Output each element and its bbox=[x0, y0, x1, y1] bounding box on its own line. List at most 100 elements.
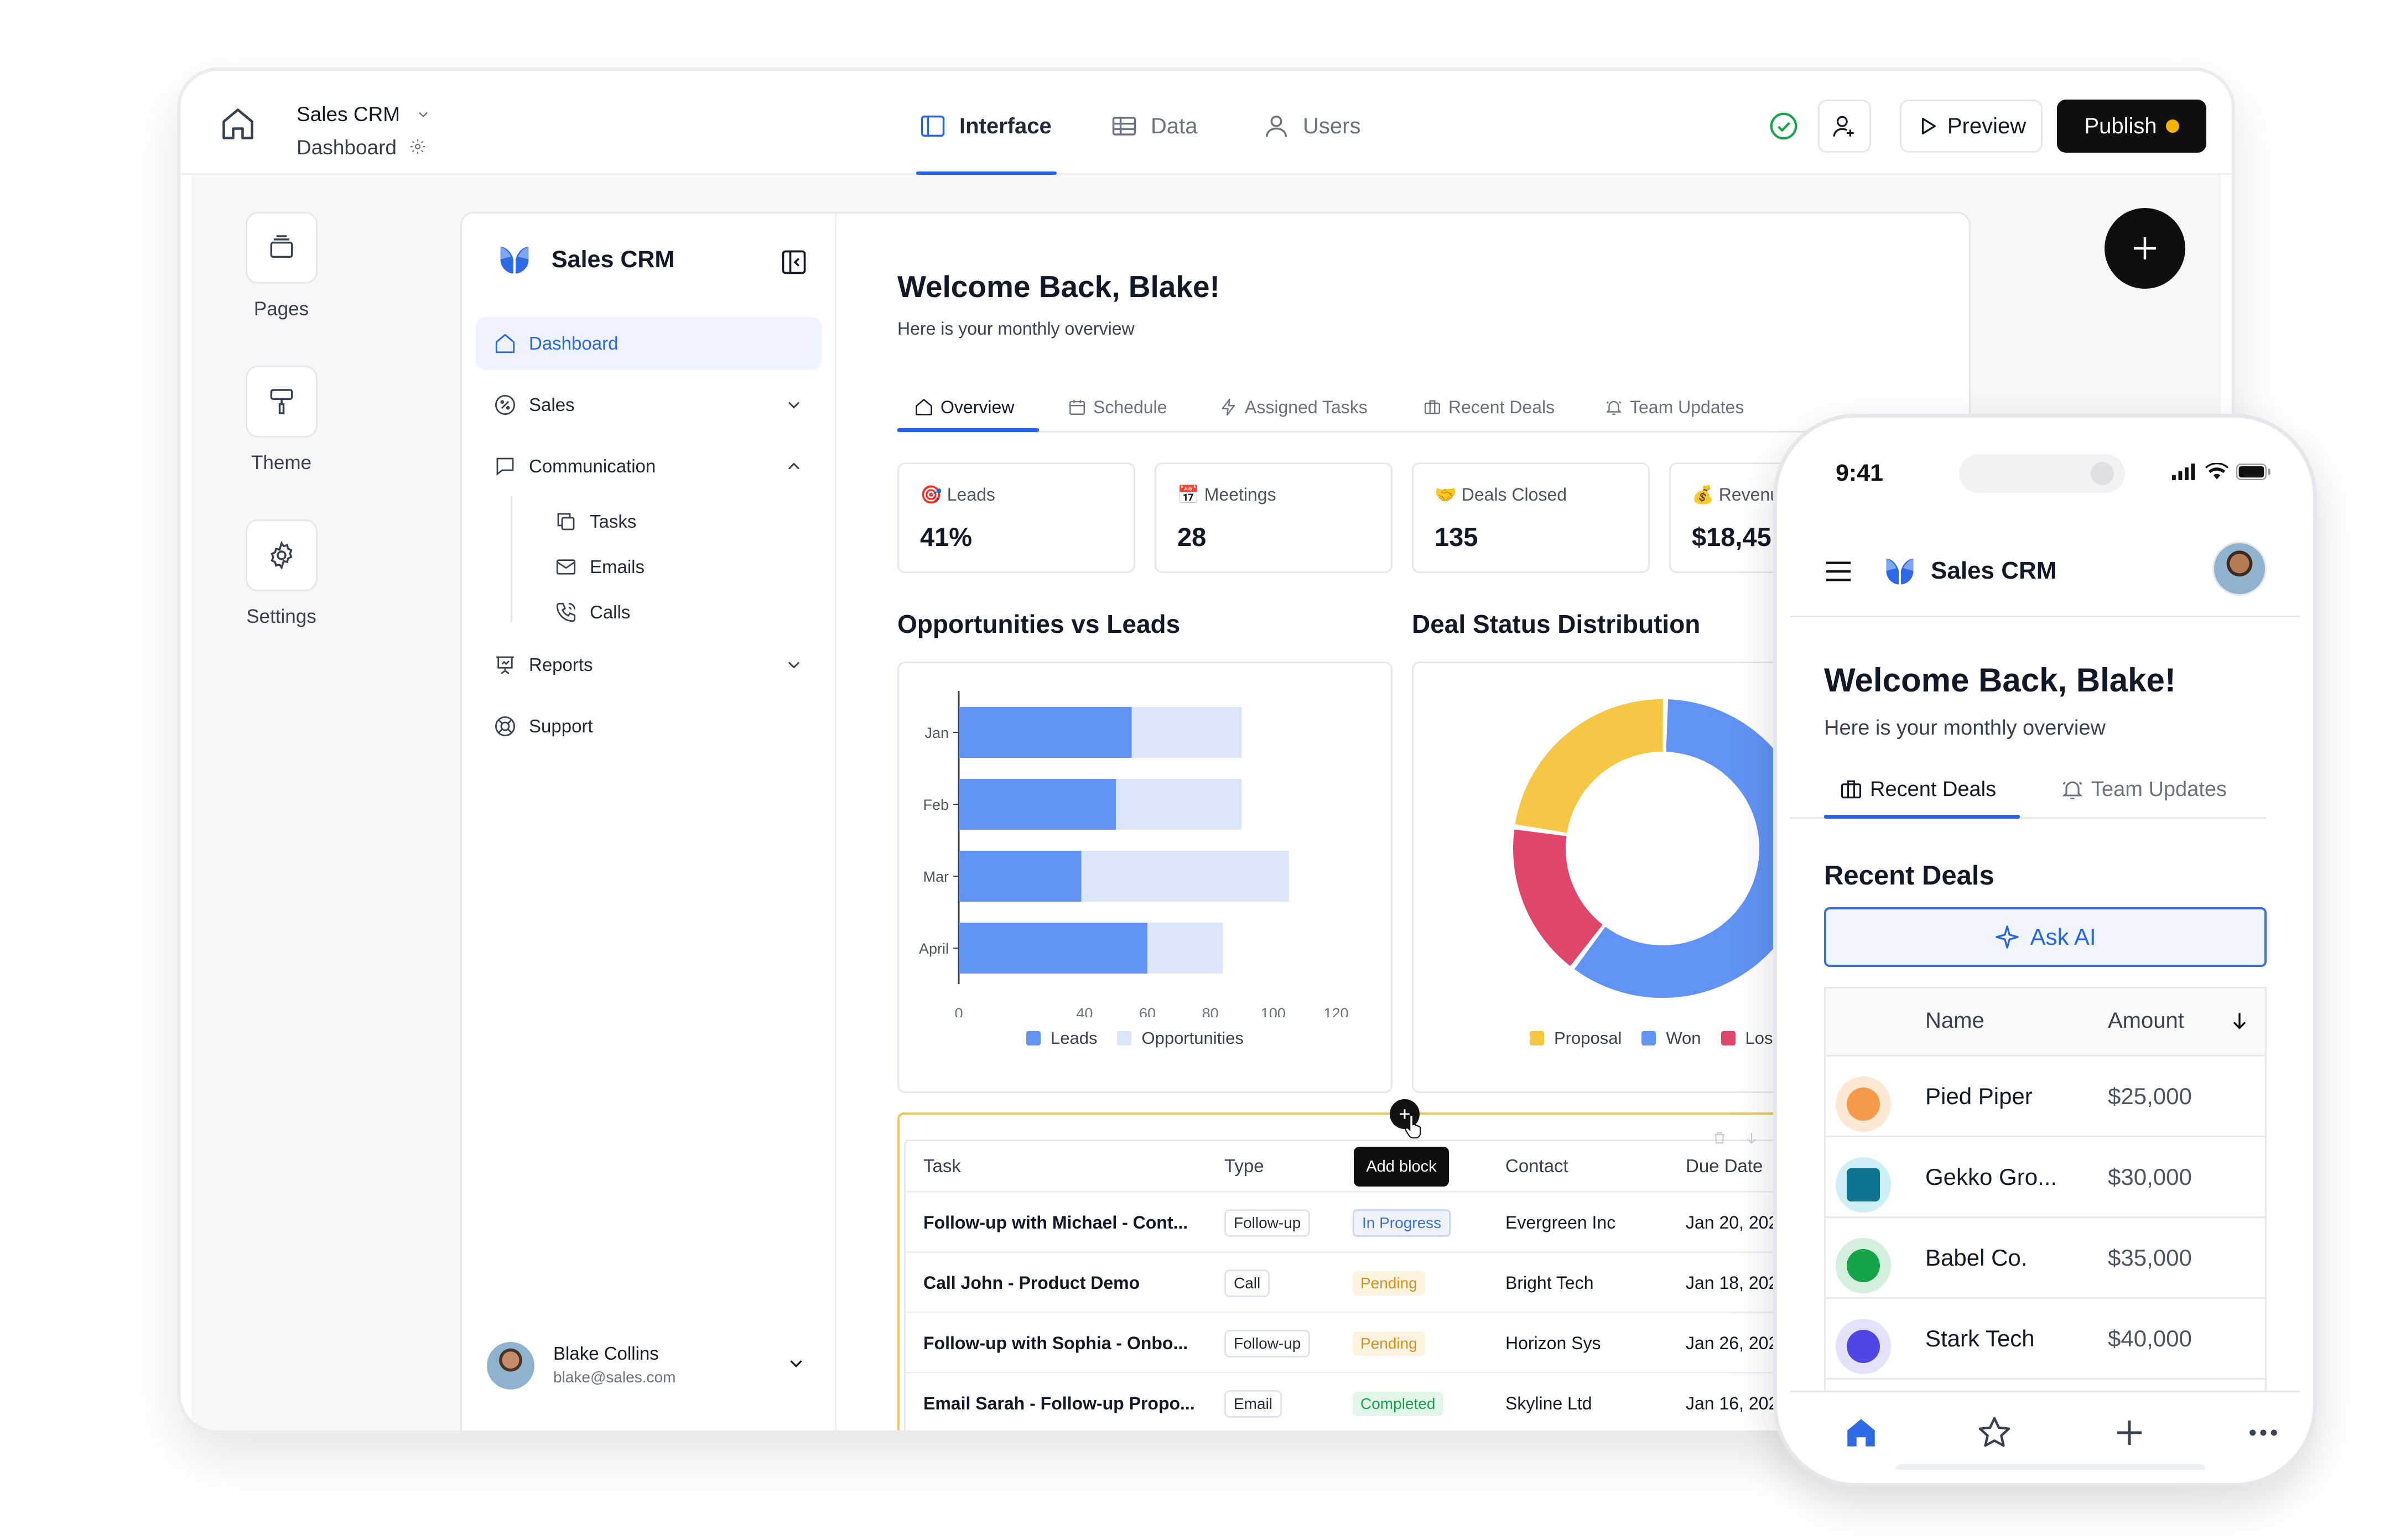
tab-recent-deals[interactable]: Recent Deals bbox=[1423, 385, 1555, 429]
legend-label: Won bbox=[1666, 1028, 1701, 1048]
app-switcher[interactable]: Sales CRM bbox=[297, 103, 431, 127]
list-item[interactable]: Babel Co. $35,000 bbox=[1826, 1216, 2265, 1297]
ask-ai-label: Ask AI bbox=[2030, 924, 2096, 950]
calendar-icon: 📅 bbox=[1177, 485, 1199, 504]
contact-cell: Evergreen Inc bbox=[1505, 1213, 1616, 1232]
rail-pages-label: Pages bbox=[253, 298, 309, 320]
mobile-tab-recent-deals[interactable]: Recent Deals bbox=[1839, 767, 1996, 811]
legend-label: Proposal bbox=[1554, 1028, 1622, 1048]
bar-opportunities-april[interactable] bbox=[1147, 923, 1223, 974]
tab-interface[interactable]: Interface bbox=[918, 110, 1052, 143]
home-icon[interactable] bbox=[219, 105, 257, 145]
bar-leads-jan[interactable] bbox=[959, 707, 1132, 758]
sidebar-item-reports[interactable]: Reports bbox=[476, 638, 822, 691]
trash-icon[interactable] bbox=[1712, 1130, 1727, 1148]
bar-leads-april[interactable] bbox=[959, 923, 1147, 974]
hamburger-menu-icon[interactable] bbox=[1823, 559, 1853, 586]
logo-mark bbox=[1847, 1330, 1880, 1363]
home-icon[interactable] bbox=[1843, 1414, 1879, 1454]
contact-cell: Horizon Sys bbox=[1505, 1333, 1601, 1353]
stat-card-deals-closed[interactable]: 🤝 Deals Closed 135 bbox=[1412, 462, 1650, 573]
bar-chart-card: Jan Feb Mar April 0 40 60 80 100 120 Leads Opport… bbox=[897, 662, 1393, 1093]
sidebar-item-label: Dashboard bbox=[529, 333, 619, 353]
user-email: blake@sales.com bbox=[553, 1369, 676, 1386]
donut-slice-lost[interactable] bbox=[1513, 829, 1603, 966]
avatar[interactable] bbox=[2212, 542, 2267, 596]
list-item[interactable] bbox=[1826, 1378, 2265, 1391]
share-users-button[interactable] bbox=[1818, 100, 1871, 153]
task-cell: Call John - Product Demo bbox=[923, 1273, 1140, 1293]
rail-settings[interactable]: Settings bbox=[236, 519, 327, 628]
tab-assigned-tasks[interactable]: Assigned Tasks bbox=[1219, 385, 1368, 429]
type-badge: Email bbox=[1224, 1390, 1282, 1418]
type-badge: Follow-up bbox=[1224, 1329, 1311, 1357]
due-date-cell: Jan 26, 202 bbox=[1686, 1333, 1779, 1353]
bar-leads-mar[interactable] bbox=[959, 851, 1082, 902]
plus-icon[interactable] bbox=[2111, 1414, 2148, 1454]
tab-schedule[interactable]: Schedule bbox=[1068, 385, 1167, 429]
star-icon[interactable] bbox=[1976, 1414, 2013, 1454]
page-name: Dashboard bbox=[297, 136, 397, 159]
legend-item-opportunities: Opportunities bbox=[1117, 1028, 1244, 1048]
donut-slice-proposal[interactable] bbox=[1515, 699, 1663, 833]
sidebar-subitem-label: Emails bbox=[590, 556, 645, 577]
tab-team-updates[interactable]: Team Updates bbox=[1604, 385, 1744, 429]
deal-name: Babel Co. bbox=[1925, 1245, 2028, 1271]
more-horizontal-icon[interactable] bbox=[2245, 1414, 2282, 1454]
list-item[interactable]: Gekko Gro... $30,000 bbox=[1826, 1136, 2265, 1216]
page-selector[interactable]: Dashboard bbox=[297, 136, 427, 160]
preview-label: Preview bbox=[1947, 113, 2027, 138]
bar-leads-feb[interactable] bbox=[959, 779, 1116, 830]
add-element-button[interactable] bbox=[2105, 208, 2185, 289]
scroll-area-top bbox=[1824, 641, 2300, 643]
mobile-tab-team-updates[interactable]: Team Updates bbox=[2060, 767, 2227, 811]
sidebar-subitem-emails[interactable]: Emails bbox=[553, 548, 645, 586]
column-header-amount[interactable]: Amount bbox=[2108, 1008, 2184, 1033]
check-circle-icon[interactable] bbox=[1768, 111, 1799, 144]
sidebar-item-communication[interactable]: Communication bbox=[476, 440, 822, 493]
donut-chart-title: Deal Status Distribution bbox=[1412, 610, 1701, 638]
tab-overview[interactable]: Overview bbox=[914, 385, 1014, 429]
header-divider bbox=[1790, 616, 2300, 617]
stat-label-text: Leads bbox=[947, 485, 995, 504]
play-icon bbox=[1916, 115, 1939, 137]
rail-pages-tile bbox=[245, 212, 318, 284]
bar-opportunities-feb[interactable] bbox=[1116, 779, 1242, 830]
briefcase-icon bbox=[1839, 777, 1863, 802]
legend-item-proposal: Proposal bbox=[1530, 1028, 1622, 1048]
sidebar-item-support[interactable]: Support bbox=[476, 700, 822, 753]
column-header-name[interactable]: Name bbox=[1925, 1008, 1984, 1033]
arrow-down-icon[interactable] bbox=[1744, 1130, 1759, 1148]
paint-roller-icon bbox=[266, 386, 297, 417]
bar-opportunities-mar[interactable] bbox=[1081, 851, 1289, 902]
butterfly-logo-icon bbox=[1883, 556, 1916, 586]
app-name: Sales CRM bbox=[297, 103, 401, 126]
rail-theme[interactable]: Theme bbox=[236, 366, 327, 474]
collapse-sidebar-icon[interactable] bbox=[780, 248, 808, 279]
tab-users[interactable]: Users bbox=[1262, 110, 1360, 143]
sidebar-subitem-tasks[interactable]: Tasks bbox=[553, 502, 636, 541]
ask-ai-button[interactable]: Ask AI bbox=[1824, 907, 2267, 967]
list-item[interactable]: Pied Piper $25,000 bbox=[1826, 1055, 2265, 1136]
preview-button[interactable]: Preview bbox=[1900, 100, 2043, 153]
sidebar-item-sales[interactable]: Sales bbox=[476, 378, 822, 431]
sidebar-item-dashboard[interactable]: Dashboard bbox=[476, 317, 822, 370]
rail-theme-tile bbox=[245, 366, 318, 438]
sort-arrow-down-icon[interactable] bbox=[2228, 1010, 2251, 1034]
rail-pages[interactable]: Pages bbox=[236, 212, 327, 320]
sidebar-item-label: Communication bbox=[529, 456, 656, 476]
list-item[interactable]: Stark Tech $40,000 bbox=[1826, 1297, 2265, 1378]
bar-opportunities-jan[interactable] bbox=[1131, 707, 1242, 758]
stat-card-leads[interactable]: 🎯 Leads 41% bbox=[897, 462, 1135, 573]
window-logo-icon bbox=[1836, 1157, 1891, 1213]
logo-mark bbox=[1847, 1168, 1880, 1201]
publish-button[interactable]: Publish bbox=[2057, 100, 2206, 153]
tab-data[interactable]: Data bbox=[1110, 110, 1198, 143]
active-tab-indicator bbox=[897, 428, 1039, 432]
stat-card-meetings[interactable]: 📅 Meetings 28 bbox=[1155, 462, 1393, 573]
type-cell: Follow-up bbox=[1224, 1313, 1311, 1373]
user-menu[interactable]: Blake Collins blake@sales.com bbox=[487, 1336, 819, 1397]
status-cell: Pending bbox=[1353, 1313, 1425, 1373]
sidebar-subitem-calls[interactable]: Calls bbox=[553, 593, 630, 632]
table-icon bbox=[1110, 112, 1139, 141]
